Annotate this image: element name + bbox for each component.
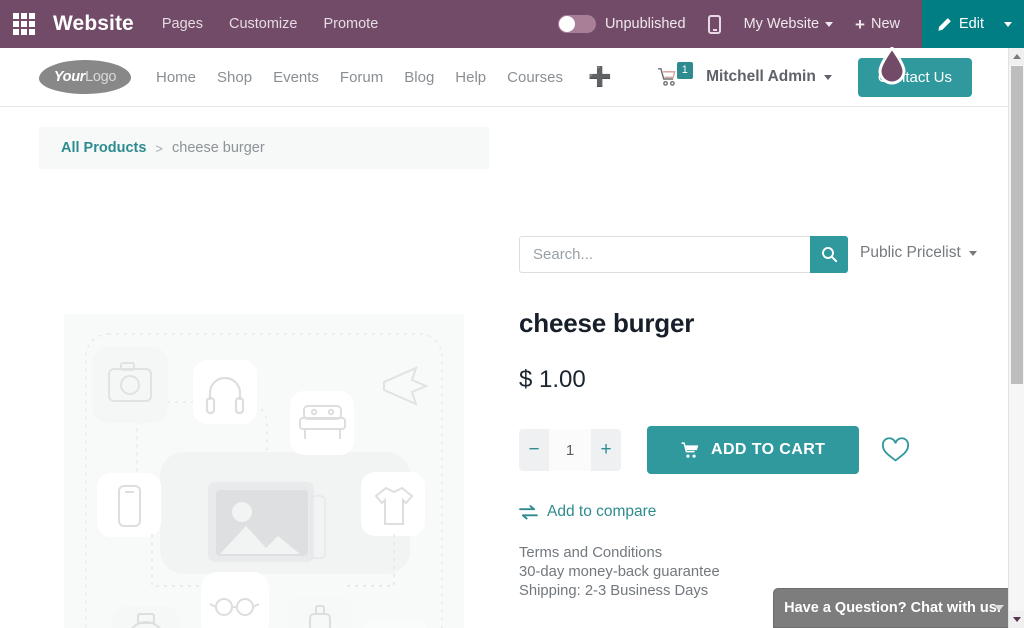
add-to-compare-label: Add to compare: [547, 503, 657, 520]
admin-menu-pages[interactable]: Pages: [162, 16, 203, 32]
edit-button[interactable]: Edit: [922, 0, 1000, 48]
add-to-compare-link[interactable]: Add to compare: [519, 503, 959, 521]
chat-widget-bar[interactable]: Have a Question? Chat with us.: [773, 588, 1012, 628]
publish-toggle[interactable]: Unpublished: [557, 15, 686, 33]
scrollbar-thumb[interactable]: [1011, 66, 1023, 384]
exchange-arrows-icon: [519, 504, 538, 519]
mobile-preview-icon[interactable]: [707, 14, 721, 34]
nav-item-home[interactable]: Home: [156, 69, 196, 86]
nav-item-events[interactable]: Events: [273, 69, 319, 86]
terms-line-1: Terms and Conditions: [519, 545, 663, 561]
publish-status-label: Unpublished: [604, 16, 686, 32]
apps-grid-icon[interactable]: [13, 13, 35, 35]
quantity-decrease-button[interactable]: −: [519, 429, 549, 471]
search-submit-button[interactable]: [810, 236, 848, 273]
cart-count-badge: 1: [676, 62, 693, 79]
chevron-down-icon: [823, 74, 832, 80]
app-title: Website: [53, 12, 134, 35]
odoo-admin-topbar: Website Pages Customize Promote Unpublis…: [0, 0, 1024, 48]
website-product-page: Website Pages Customize Promote Unpublis…: [0, 0, 1024, 628]
pricelist-label: Public Pricelist: [860, 244, 961, 261]
breadcrumb-all-products[interactable]: All Products: [61, 140, 146, 156]
breadcrumb: All Products > cheese burger: [39, 127, 489, 169]
logo-bold-text: Your: [53, 69, 86, 85]
chevron-down-icon: [1004, 21, 1012, 27]
nav-item-blog[interactable]: Blog: [404, 69, 434, 86]
pencil-icon: [938, 17, 951, 31]
site-nav: Home Shop Events Forum Blog Help Courses…: [156, 62, 693, 89]
contact-us-button[interactable]: Contact Us: [857, 57, 972, 97]
heart-icon: [882, 437, 910, 462]
breadcrumb-current: cheese burger: [172, 140, 265, 156]
new-button[interactable]: + New: [855, 16, 900, 33]
scroll-down-arrow-icon[interactable]: [1009, 611, 1024, 628]
quantity-increase-button[interactable]: +: [591, 429, 621, 471]
publish-switch[interactable]: [557, 15, 596, 33]
user-menu[interactable]: Mitchell Admin: [706, 68, 832, 86]
add-to-cart-label: ADD TO CART: [711, 441, 826, 458]
shopping-cart-icon: [681, 441, 699, 458]
user-name-label: Mitchell Admin: [706, 68, 816, 85]
admin-menu-customize[interactable]: Customize: [229, 16, 298, 32]
admin-topbar-right: Unpublished My Website + New Edit: [557, 0, 1024, 48]
add-page-plus-icon[interactable]: ➕: [588, 65, 612, 89]
admin-menu-promote[interactable]: Promote: [323, 16, 378, 32]
edit-button-label: Edit: [959, 16, 984, 32]
shopping-cart-icon: [657, 68, 676, 86]
scroll-up-arrow-icon[interactable]: [1009, 48, 1024, 65]
breadcrumb-separator: >: [155, 140, 163, 156]
page-scrollbar[interactable]: [1008, 48, 1024, 628]
pricelist-selector[interactable]: Public Pricelist: [860, 244, 977, 262]
purchase-row: − + ADD TO CART: [519, 426, 959, 474]
page-content: All Products > cheese burger Public Pric…: [0, 108, 1008, 628]
edit-dropdown-button[interactable]: [1000, 0, 1024, 48]
product-title: cheese burger: [519, 308, 695, 338]
wishlist-button[interactable]: [881, 437, 910, 463]
search-input[interactable]: [519, 236, 810, 273]
placeholder-illustration: [64, 314, 464, 628]
site-selector[interactable]: My Website: [743, 16, 834, 32]
plus-icon: +: [855, 14, 865, 34]
nav-item-courses[interactable]: Courses: [507, 69, 563, 86]
site-selector-label: My Website: [743, 16, 820, 32]
product-price: $ 1.00: [519, 366, 586, 393]
quantity-stepper: − +: [519, 429, 621, 471]
product-details: cheese burger $ 1.00 − + ADD TO CART: [519, 308, 959, 601]
site-logo[interactable]: Your Logo: [39, 60, 131, 94]
new-button-label: New: [870, 16, 900, 32]
search-icon: [821, 247, 837, 263]
nav-item-shop[interactable]: Shop: [217, 69, 252, 86]
nav-item-forum[interactable]: Forum: [340, 69, 383, 86]
logo-light-text: Logo: [85, 69, 117, 85]
chevron-down-icon: [825, 21, 834, 27]
quantity-input[interactable]: [549, 429, 591, 471]
chat-widget-label: Have a Question? Chat with us.: [784, 600, 1001, 616]
chevron-down-icon: [994, 605, 1004, 611]
terms-line-2: 30-day money-back guarantee: [519, 563, 720, 580]
product-image-placeholder[interactable]: [64, 314, 464, 628]
cart-button[interactable]: 1: [657, 62, 693, 87]
add-to-cart-button[interactable]: ADD TO CART: [647, 426, 860, 474]
search-form: [519, 236, 848, 273]
chevron-down-icon: [968, 250, 977, 256]
nav-item-help[interactable]: Help: [455, 69, 486, 86]
admin-menu: Pages Customize Promote: [162, 16, 378, 32]
website-header: Your Logo Home Shop Events Forum Blog Hel…: [0, 48, 1008, 107]
